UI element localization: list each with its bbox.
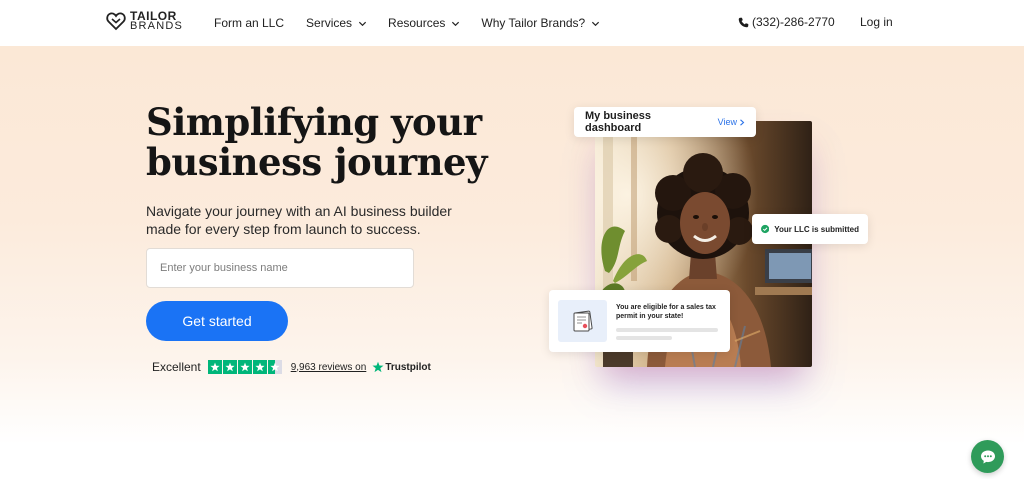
logo-mark-icon: [106, 12, 126, 31]
nav-item-form-llc[interactable]: Form an LLC: [214, 16, 284, 30]
headline-line-1: Simplifying your: [146, 100, 482, 144]
star-icon: [237, 360, 252, 374]
trustpilot-rating: Excellent 9,963 reviews on Trustpilot: [152, 360, 431, 374]
dashboard-title: My business dashboard: [585, 110, 652, 134]
chevron-down-icon: [592, 21, 600, 26]
login-link[interactable]: Log in: [860, 15, 893, 29]
phone-number: (332)-286-2770: [752, 15, 835, 29]
llc-status-text: Your LLC is submitted: [774, 224, 859, 234]
rating-label: Excellent: [152, 360, 201, 374]
star-icon: [207, 360, 222, 374]
dashboard-card: My business dashboard View: [574, 107, 756, 137]
nav-item-services[interactable]: Services: [306, 16, 367, 30]
trustpilot-label: Trustpilot: [385, 361, 431, 373]
certificate-icon: [558, 300, 607, 342]
nav-item-label: Form an LLC: [214, 16, 285, 30]
top-navbar: TAILOR BRANDS Form an LLC Services Resou…: [0, 0, 1024, 46]
trustpilot-star-icon: [372, 361, 384, 373]
check-circle-icon: [761, 224, 770, 234]
nav-item-resources[interactable]: Resources: [388, 16, 460, 30]
hero-headline: Simplifying your business journey: [146, 102, 566, 182]
phone-link[interactable]: (332)-286-2770: [738, 15, 835, 29]
brand-logo[interactable]: TAILOR BRANDS: [106, 10, 184, 32]
view-label: View: [717, 117, 737, 127]
dashboard-view-link[interactable]: View: [718, 117, 745, 127]
nav-item-label: Resources: [388, 16, 446, 30]
chat-bubble-icon: [980, 450, 995, 463]
headline-line-2: business journey: [146, 140, 488, 184]
chevron-down-icon: [452, 21, 460, 26]
nav-item-label: Why Tailor Brands?: [481, 16, 586, 30]
phone-icon: [738, 17, 749, 27]
get-started-button[interactable]: Get started: [146, 301, 288, 341]
tax-permit-text: You are eligible for a sales tax permit …: [616, 303, 716, 320]
chat-launcher-button[interactable]: [971, 440, 1004, 473]
reviews-link[interactable]: 9,963 reviews on: [291, 362, 367, 373]
star-icon: [222, 360, 237, 374]
chevron-down-icon: [358, 21, 367, 26]
chevron-right-icon: [740, 118, 745, 126]
hero-section: Simplifying your business journey Naviga…: [0, 46, 1024, 479]
half-star-icon: [267, 360, 282, 374]
tax-permit-body: You are eligible for a sales tax permit …: [616, 303, 718, 340]
llc-status-card: Your LLC is submitted: [752, 214, 868, 244]
star-icon: [252, 360, 267, 374]
business-name-input[interactable]: [146, 248, 414, 288]
placeholder-bar: [616, 335, 672, 340]
hero-subtext: Navigate your journey with an AI busines…: [146, 203, 452, 237]
tax-permit-card: You are eligible for a sales tax permit …: [549, 290, 730, 352]
trustpilot-brand[interactable]: Trustpilot: [372, 361, 431, 373]
nav-item-why-tailor[interactable]: Why Tailor Brands?: [481, 16, 600, 30]
nav-item-label: Services: [306, 16, 353, 30]
main-menu: Form an LLC Services Resources Why Tailo…: [214, 0, 600, 46]
placeholder-bar: [616, 327, 718, 332]
rating-stars: [207, 360, 282, 374]
logo-wordmark: TAILOR BRANDS: [130, 10, 184, 32]
logo-name-sub: BRANDS: [130, 20, 184, 32]
